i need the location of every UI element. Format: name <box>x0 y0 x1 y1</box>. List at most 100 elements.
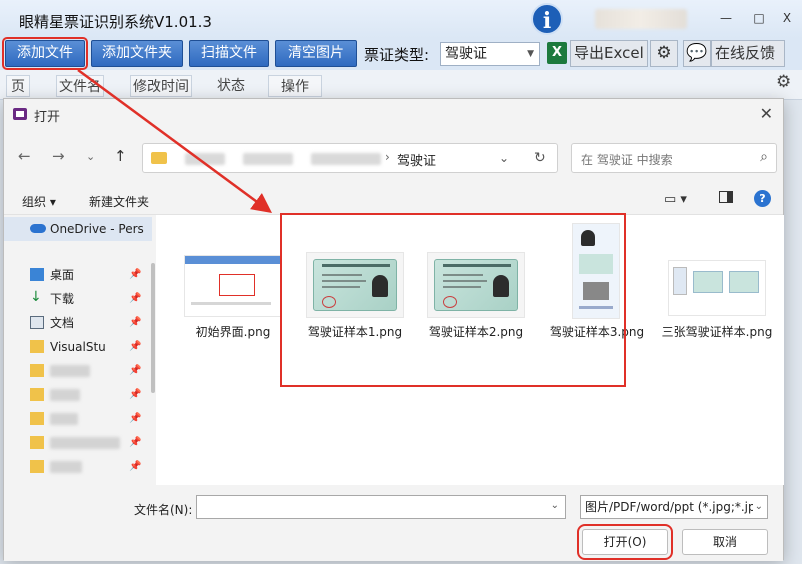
nav-item-onedrive[interactable]: OneDrive - Pers <box>4 217 152 241</box>
blurred-label <box>50 461 82 473</box>
card-section <box>579 254 613 274</box>
scan-file-button[interactable]: 扫描文件 <box>189 40 269 67</box>
back-arrow-icon[interactable]: ← <box>18 147 31 165</box>
folder-icon <box>30 436 44 449</box>
search-icon: ⌕ <box>760 149 768 165</box>
blurred-label <box>50 437 120 449</box>
file-thumbnail <box>427 252 525 318</box>
collage-item <box>693 271 723 293</box>
nav-item-desktop[interactable]: 桌面 📌 <box>4 263 152 287</box>
nav-item-blurred[interactable]: 📌 <box>4 431 152 455</box>
folder-icon <box>30 460 44 473</box>
recent-chevron-icon[interactable]: ⌄ <box>86 150 95 163</box>
card-header <box>443 264 511 267</box>
nav-item-label: 下载 <box>50 292 75 306</box>
nav-item-documents[interactable]: 文档 📌 <box>4 311 152 335</box>
collage-item <box>729 271 759 293</box>
filetype-value: 图片/PDF/word/ppt (*.jpg;*.jp <box>585 500 756 514</box>
card-photo <box>581 230 595 246</box>
cancel-button[interactable]: 取消 <box>682 529 768 555</box>
cert-type-select[interactable]: 驾驶证 ▼ <box>440 42 540 66</box>
column-header-page[interactable]: 页码 <box>6 75 30 97</box>
breadcrumb-blurred[interactable] <box>185 153 225 165</box>
column-header-status[interactable]: 状态 <box>200 75 262 97</box>
breadcrumb-blurred[interactable] <box>311 153 381 165</box>
nav-item-downloads[interactable]: ↓ 下载 📌 <box>4 287 152 311</box>
view-options-icon[interactable]: ▭ ▾ <box>664 192 687 207</box>
excel-icon[interactable]: X <box>547 42 567 64</box>
file-list: 初始界面.png 驾驶证样本1.png 驾驶证样本2.png 驾驶证样本3.pn… <box>156 215 784 485</box>
pin-icon: 📌 <box>129 461 142 472</box>
open-button[interactable]: 打开(O) <box>577 524 673 560</box>
maximize-button[interactable]: □ <box>749 8 769 28</box>
file-thumbnail <box>572 223 620 319</box>
dialog-close-icon[interactable]: ✕ <box>760 104 773 123</box>
nav-item-label: OneDrive - Pers <box>50 222 144 236</box>
nav-item-blurred[interactable]: 📌 <box>4 407 152 431</box>
cloud-icon <box>30 224 46 233</box>
online-feedback-button[interactable]: 在线反馈 <box>711 40 785 67</box>
folder-icon <box>30 412 44 425</box>
navigation-pane: OneDrive - Pers 桌面 📌 ↓ 下载 📌 文档 📌 VisualS… <box>4 215 155 485</box>
open-file-dialog: 打开 ✕ ← → ⌄ ↑ › 驾驶证 ⌄ ↻ 在 驾驶证 中搜索 ⌕ 组织 ▾ … <box>3 98 784 561</box>
column-header-modified[interactable]: 修改时间 <box>130 75 192 97</box>
folder-icon <box>30 340 44 353</box>
gear-icon[interactable]: ⚙ <box>650 40 678 67</box>
nav-scrollbar[interactable] <box>151 263 155 393</box>
preview-pane-icon[interactable] <box>719 191 733 203</box>
desktop-icon <box>30 268 44 281</box>
add-file-button[interactable]: 添加文件 <box>2 37 88 70</box>
breadcrumb-separator: › <box>385 150 390 164</box>
user-account-blurred[interactable] <box>595 9 687 29</box>
address-bar[interactable]: › 驾驶证 ⌄ ↻ <box>142 143 558 173</box>
search-placeholder: 在 驾驶证 中搜索 <box>581 153 673 167</box>
card-line <box>443 286 481 288</box>
nav-item-label: 文档 <box>50 316 75 330</box>
nav-item-blurred[interactable]: 📌 <box>4 383 152 407</box>
folder-icon <box>30 388 44 401</box>
column-header-action[interactable]: 操作 <box>268 75 322 97</box>
add-folder-button[interactable]: 添加文件夹 <box>91 40 183 67</box>
speech-bubble-icon[interactable]: 💬 <box>683 40 711 67</box>
gear-icon[interactable]: ⚙ <box>776 72 791 92</box>
pin-icon: 📌 <box>129 437 142 448</box>
nav-item-blurred[interactable]: 📌 <box>4 455 152 479</box>
help-icon[interactable]: ? <box>754 190 771 207</box>
nav-item-visualstudio[interactable]: VisualStu 📌 <box>4 335 152 359</box>
document-icon <box>30 316 44 329</box>
pin-icon: 📌 <box>129 269 142 280</box>
forward-arrow-icon[interactable]: → <box>52 147 65 165</box>
nav-item-label: VisualStu <box>50 340 106 354</box>
chevron-down-icon[interactable]: ⌄ <box>499 151 509 165</box>
chevron-down-icon[interactable]: ⌄ <box>551 500 559 511</box>
dialog-navbar: ← → ⌄ ↑ › 驾驶证 ⌄ ↻ 在 驾驶证 中搜索 ⌕ <box>4 137 783 177</box>
nav-item-blurred[interactable]: 📌 <box>4 359 152 383</box>
minimize-button[interactable]: — <box>716 8 736 28</box>
app-toolbar: 添加文件 添加文件夹 扫描文件 清空图片 票证类型: 驾驶证 ▼ X 导出Exc… <box>0 37 802 70</box>
filetype-select[interactable]: 图片/PDF/word/ppt (*.jpg;*.jp ⌄ <box>580 495 768 519</box>
export-excel-button[interactable]: 导出Excel <box>570 40 648 67</box>
filename-label: 文件名(N): <box>134 503 193 517</box>
filename-input[interactable]: ⌄ <box>196 495 566 519</box>
breadcrumb-blurred[interactable] <box>243 153 293 165</box>
card-stamp <box>443 296 457 308</box>
column-header-filename[interactable]: 文件名 <box>56 75 104 97</box>
dialog-bottom-bar: 文件名(N): ⌄ 图片/PDF/word/ppt (*.jpg;*.jp ⌄ … <box>4 485 783 561</box>
up-arrow-icon[interactable]: ↑ <box>114 147 127 165</box>
close-button[interactable]: X <box>777 8 797 28</box>
refresh-icon[interactable]: ↻ <box>534 150 546 166</box>
card-photo <box>372 275 388 297</box>
cert-type-label: 票证类型: <box>364 46 430 64</box>
new-folder-button[interactable]: 新建文件夹 <box>89 193 149 210</box>
search-input[interactable]: 在 驾驶证 中搜索 ⌕ <box>571 143 777 173</box>
pin-icon: 📌 <box>129 413 142 424</box>
clear-images-button[interactable]: 清空图片 <box>275 40 357 67</box>
card-photo <box>493 275 509 297</box>
breadcrumb-current[interactable]: 驾驶证 <box>397 150 436 169</box>
file-name: 初始界面.png <box>195 325 271 339</box>
organize-button[interactable]: 组织 ▾ <box>22 193 56 210</box>
card-line <box>322 286 360 288</box>
collage-item <box>673 267 687 295</box>
file-thumbnail <box>306 252 404 318</box>
card-header <box>322 264 390 267</box>
